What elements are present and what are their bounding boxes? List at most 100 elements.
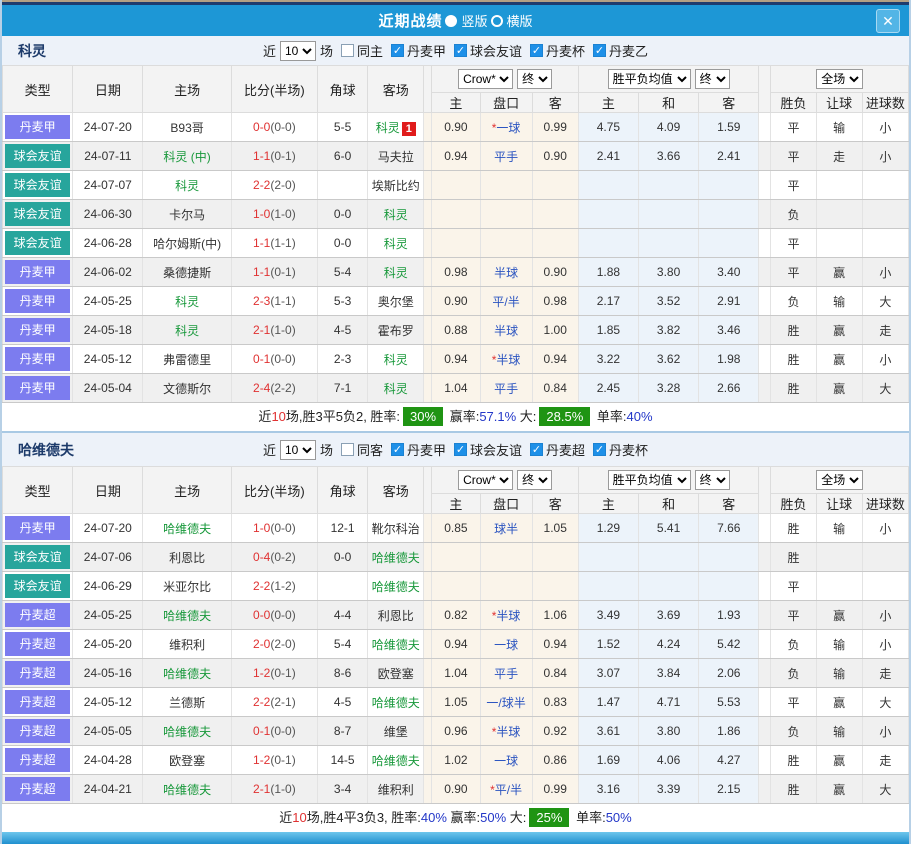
league-checkbox-3[interactable]: ✓ (593, 443, 606, 456)
result-cell: 平 (771, 688, 816, 717)
fulltime-select[interactable]: 全场 (816, 470, 863, 490)
handicap-line: 一球 (494, 638, 518, 652)
league-badge: 丹麦超 (5, 748, 70, 772)
result-cell: 平 (771, 229, 816, 258)
handicap-line: 半球 (496, 353, 520, 367)
avg-draw-cell: 3.69 (638, 601, 698, 630)
league-checkbox-2[interactable]: ✓ (530, 44, 543, 57)
horizontal-layout-radio[interactable] (491, 15, 503, 27)
league-checkbox-0[interactable]: ✓ (391, 443, 404, 456)
home-team-cell: 哈维德夫 (143, 775, 231, 804)
away-team: 维堡 (384, 725, 408, 739)
recent-count-select[interactable]: 10 (280, 41, 316, 61)
home-team: 科灵 (175, 295, 199, 309)
handicap-result-cell: 赢 (816, 775, 862, 804)
vertical-layout-radio[interactable] (445, 15, 457, 27)
horizontal-layout-label[interactable]: 横版 (507, 11, 533, 30)
date-cell: 24-05-25 (73, 601, 143, 630)
bottom-bar (2, 832, 909, 844)
halftime-score: (2-0) (270, 178, 295, 192)
odds-away-cell: 0.84 (532, 374, 578, 403)
result-cell: 胜 (771, 345, 816, 374)
avg-home-cell: 1.52 (578, 630, 638, 659)
match-row: 丹麦甲24-05-04文德斯尔2-4(2-2)7-1科灵1.04平手0.842.… (3, 374, 909, 403)
avg-away-cell: 3.46 (699, 316, 759, 345)
avg-draw-cell (638, 543, 698, 572)
odds-home-cell: 0.82 (432, 601, 480, 630)
away-team: 哈维德夫 (372, 638, 420, 652)
league-badge: 丹麦超 (5, 632, 70, 656)
gap-cell (424, 514, 432, 543)
avg-type-select[interactable]: 胜平负均值 (608, 69, 691, 89)
same-venue-checkbox[interactable] (341, 443, 354, 456)
recent-results-popup: 近期战绩 竖版 横版 ✕ 科灵近10场同主✓丹麦甲✓球会友谊✓丹麦杯✓丹麦乙类型… (0, 0, 911, 844)
corner-cell: 0-0 (318, 229, 368, 258)
handicap-cell: 一球 (480, 746, 532, 775)
gap-cell (759, 200, 771, 229)
away-team-cell: 哈维德夫 (368, 746, 424, 775)
gap-cell (759, 229, 771, 258)
home-team-cell: 米亚尔比 (143, 572, 231, 601)
same-venue-label: 同客 (357, 440, 383, 459)
recent-count-select[interactable]: 10 (280, 440, 316, 460)
handicap-cell (480, 200, 532, 229)
same-venue-checkbox[interactable] (341, 44, 354, 57)
league-badge: 丹麦超 (5, 777, 70, 801)
odds-away-cell: 0.98 (532, 287, 578, 316)
col-away-header: 客场 (368, 66, 424, 113)
home-team-cell: 科灵 (143, 316, 231, 345)
handicap-cell: *半球 (480, 601, 532, 630)
match-row: 丹麦甲24-07-20B93哥0-0(0-0)5-5科灵10.90*一球0.99… (3, 113, 909, 142)
date-cell: 24-07-07 (73, 171, 143, 200)
sub-header-4: 和 (638, 494, 698, 514)
score-cell: 0-0(0-0) (231, 113, 317, 142)
close-icon[interactable]: ✕ (876, 9, 900, 33)
odds-company-select[interactable]: Crow* (458, 69, 513, 89)
avg-final-select[interactable]: 终 (695, 69, 730, 89)
home-team-cell: 维积利 (143, 630, 231, 659)
result-cell: 胜 (771, 514, 816, 543)
avg-type-select[interactable]: 胜平负均值 (608, 470, 691, 490)
halftime-score: (0-2) (270, 550, 295, 564)
away-team-cell: 哈维德夫 (368, 688, 424, 717)
league-badge: 丹麦甲 (5, 347, 70, 371)
league-checkbox-1[interactable]: ✓ (454, 443, 467, 456)
gap-cell (759, 142, 771, 171)
avg-away-cell: 1.93 (699, 601, 759, 630)
avg-final-select[interactable]: 终 (695, 470, 730, 490)
league-checkbox-3[interactable]: ✓ (593, 44, 606, 57)
home-team: 米亚尔比 (163, 580, 211, 594)
league-cell: 丹麦超 (3, 659, 73, 688)
league-checkbox-1[interactable]: ✓ (454, 44, 467, 57)
fulltime-group-header: 全场 (771, 467, 909, 494)
score-cell: 2-1(1-0) (231, 316, 317, 345)
sub-header-5: 客 (699, 93, 759, 113)
score-cell: 0-1(0-0) (231, 717, 317, 746)
sub-header-5: 客 (699, 494, 759, 514)
col-date-header: 日期 (73, 467, 143, 514)
handicap-line: 平手 (494, 382, 518, 396)
team-filter-bar: 哈维德夫近10场同客✓丹麦甲✓球会友谊✓丹麦超✓丹麦杯 (2, 431, 909, 466)
avg-away-cell: 5.53 (699, 688, 759, 717)
avg-draw-cell: 3.82 (638, 316, 698, 345)
league-checkbox-2[interactable]: ✓ (530, 443, 543, 456)
fulltime-select[interactable]: 全场 (816, 69, 863, 89)
home-team: 卡尔马 (169, 208, 205, 222)
odds-company-select[interactable]: Crow* (458, 470, 513, 490)
gap-cell (424, 659, 432, 688)
fulltime-score: 1-1 (253, 149, 270, 163)
odds-final-select[interactable]: 终 (517, 69, 552, 89)
col-away-header: 客场 (368, 467, 424, 514)
match-row: 球会友谊24-07-06利恩比0-4(0-2)0-0哈维德夫胜 (3, 543, 909, 572)
gap-cell (759, 659, 771, 688)
vertical-layout-label[interactable]: 竖版 (461, 11, 487, 30)
match-row: 丹麦甲24-06-02桑德捷斯1-1(0-1)5-4科灵0.98半球0.901.… (3, 258, 909, 287)
handicap-result-cell (816, 229, 862, 258)
odds-final-select[interactable]: 终 (517, 470, 552, 490)
league-checkbox-0[interactable]: ✓ (391, 44, 404, 57)
corner-cell: 12-1 (318, 514, 368, 543)
goals-result-cell (862, 572, 908, 601)
sub-header-6: 胜负 (771, 494, 816, 514)
corner-cell: 7-1 (318, 374, 368, 403)
gap-cell (759, 316, 771, 345)
